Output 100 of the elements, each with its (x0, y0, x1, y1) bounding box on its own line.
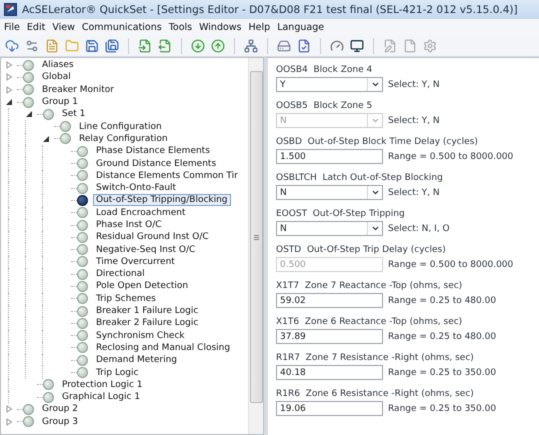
input-field[interactable]: 40.18 (276, 365, 383, 380)
setting-label: R1R7 Zone 7 Resistance -Right (ohms, sec) (276, 353, 475, 363)
node-status-icon (77, 367, 88, 378)
tree-item[interactable]: Negative-Seq Inst O/C (93, 244, 198, 256)
tree-item[interactable]: Protection Logic 1 (59, 378, 146, 391)
node-status-icon (77, 158, 88, 170)
tree-item[interactable]: Phase Inst O/C (93, 219, 165, 231)
menu-item[interactable]: Edit (26, 22, 46, 32)
dropdown[interactable]: Y (276, 77, 383, 92)
collapse-arrow-icon[interactable] (25, 110, 33, 118)
setting-label: X1T7 Zone 7 Reactance -Top (ohms, sec) (276, 281, 464, 291)
menu-item[interactable]: Tools (168, 22, 192, 32)
node-status-icon (77, 318, 88, 329)
node-status-icon (77, 306, 88, 317)
node-status-icon (77, 293, 88, 304)
terminal-icon[interactable] (350, 38, 364, 52)
tree-item[interactable]: Group 1 (39, 96, 81, 108)
node-status-icon (23, 96, 34, 108)
caret-icon (370, 116, 380, 125)
menu-item[interactable]: View (52, 22, 75, 32)
tree-item[interactable]: Set 1 (59, 108, 88, 120)
tree-item[interactable]: Phase Distance Elements (93, 145, 213, 158)
tree-item[interactable]: Graphical Logic 1 (59, 391, 144, 404)
folder-icon[interactable] (65, 38, 79, 52)
tree-item[interactable]: Synchronism Check (93, 330, 188, 342)
menu-item[interactable]: Help (248, 22, 270, 32)
tree-item[interactable]: Load Encroachment (93, 206, 189, 219)
caret-icon (370, 224, 380, 233)
node-status-icon (77, 342, 88, 354)
setting-hint: Range = 0.25 to 480.00 (388, 332, 496, 342)
tree-item[interactable]: Line Configuration (76, 120, 165, 133)
node-status-icon (77, 256, 88, 268)
tree-item[interactable]: Group 2 (39, 403, 81, 416)
tree-item[interactable]: Relay Configuration (76, 132, 171, 145)
tree-item[interactable]: Residual Ground Inst O/C (93, 231, 212, 244)
node-status-icon (43, 392, 54, 403)
tree-item[interactable]: Pole Open Detection (93, 280, 192, 292)
node-status-icon (77, 220, 88, 230)
menu-item[interactable]: File (4, 22, 20, 32)
tree-item[interactable]: Reclosing and Manual Closing (93, 342, 234, 354)
document-icon[interactable] (45, 38, 59, 52)
tree-item[interactable]: Aliases (39, 59, 77, 72)
caret-icon (370, 80, 380, 89)
tree-item[interactable]: Demand Metering (93, 354, 180, 366)
dropdown[interactable]: N (276, 221, 383, 236)
collapse-arrow-icon[interactable] (5, 98, 13, 106)
node-status-icon (23, 60, 34, 71)
node-status-icon (77, 146, 88, 157)
input-field[interactable]: 1.500 (276, 149, 383, 164)
download-icon[interactable] (191, 38, 205, 52)
tree-item[interactable]: Ground Distance Elements (93, 158, 220, 170)
dropdown[interactable]: N (276, 185, 383, 200)
setting-hint: Range = 0.25 to 480.00 (388, 296, 496, 306)
network-icon[interactable] (244, 38, 258, 52)
setting-hint: Range = 0.500 to 8000.000 (388, 152, 514, 162)
tree-item[interactable]: Global (39, 71, 74, 84)
import-icon[interactable] (138, 38, 152, 52)
tree-item[interactable]: Breaker 1 Failure Logic (93, 305, 202, 318)
save-icon[interactable] (85, 38, 99, 52)
setting-label: OSTD Out-Of-Step Trip Delay (cycles) (276, 245, 447, 255)
menu-item[interactable]: Windows (199, 22, 242, 32)
gauge-icon[interactable] (330, 38, 344, 52)
tree-item[interactable]: Time Overcurrent (93, 256, 178, 268)
tree-item[interactable]: Trip Logic (93, 366, 142, 379)
settings-icon[interactable] (423, 38, 437, 52)
menu-item[interactable]: Language (277, 22, 324, 32)
node-status-icon (23, 84, 34, 96)
input-field[interactable]: 37.89 (276, 329, 383, 344)
edit-document-icon[interactable] (383, 38, 397, 52)
tree-item[interactable]: Distance Elements Common Tir (93, 170, 241, 182)
tree-item[interactable]: Directional (93, 268, 148, 280)
setting-label: OSBLTCH Latch Out-of-Step Blocking (276, 173, 444, 183)
tree-item[interactable]: Group 3 (39, 416, 81, 428)
node-status-icon (77, 280, 88, 292)
node-status-icon (60, 133, 71, 144)
page-icon[interactable] (403, 38, 417, 52)
tree-item[interactable]: Trip Schemes (93, 292, 159, 305)
input-field[interactable]: 59.02 (276, 293, 383, 308)
collapse-arrow-icon[interactable] (42, 134, 50, 143)
tree-item[interactable]: Breaker Monitor (39, 84, 117, 96)
node-status-icon (77, 207, 88, 218)
grip-icon (254, 234, 258, 240)
cloud-icon[interactable] (5, 38, 19, 52)
node-status-icon (23, 72, 34, 83)
menu-item[interactable]: Communications (82, 22, 162, 32)
tree-item[interactable]: Breaker 2 Failure Logic (93, 317, 202, 330)
tree-item[interactable]: Switch-Onto-Fault (93, 182, 180, 194)
tree-item[interactable]: Out-of-Step Tripping/Blocking (93, 194, 231, 206)
upload-icon[interactable] (211, 38, 225, 52)
setting-hint: Range = 0.25 to 350.00 (388, 404, 496, 414)
node-status-icon (77, 182, 88, 194)
save-all-icon[interactable] (105, 38, 119, 52)
setting-hint: Select: Y, N (388, 80, 440, 90)
caret-icon (370, 188, 380, 197)
scrollbar[interactable] (248, 58, 263, 434)
export-icon[interactable] (158, 38, 172, 52)
file-check-icon[interactable] (297, 38, 311, 52)
node-status-icon (77, 232, 88, 243)
input-field[interactable]: 19.06 (276, 401, 383, 416)
drive-icon[interactable] (277, 38, 291, 52)
